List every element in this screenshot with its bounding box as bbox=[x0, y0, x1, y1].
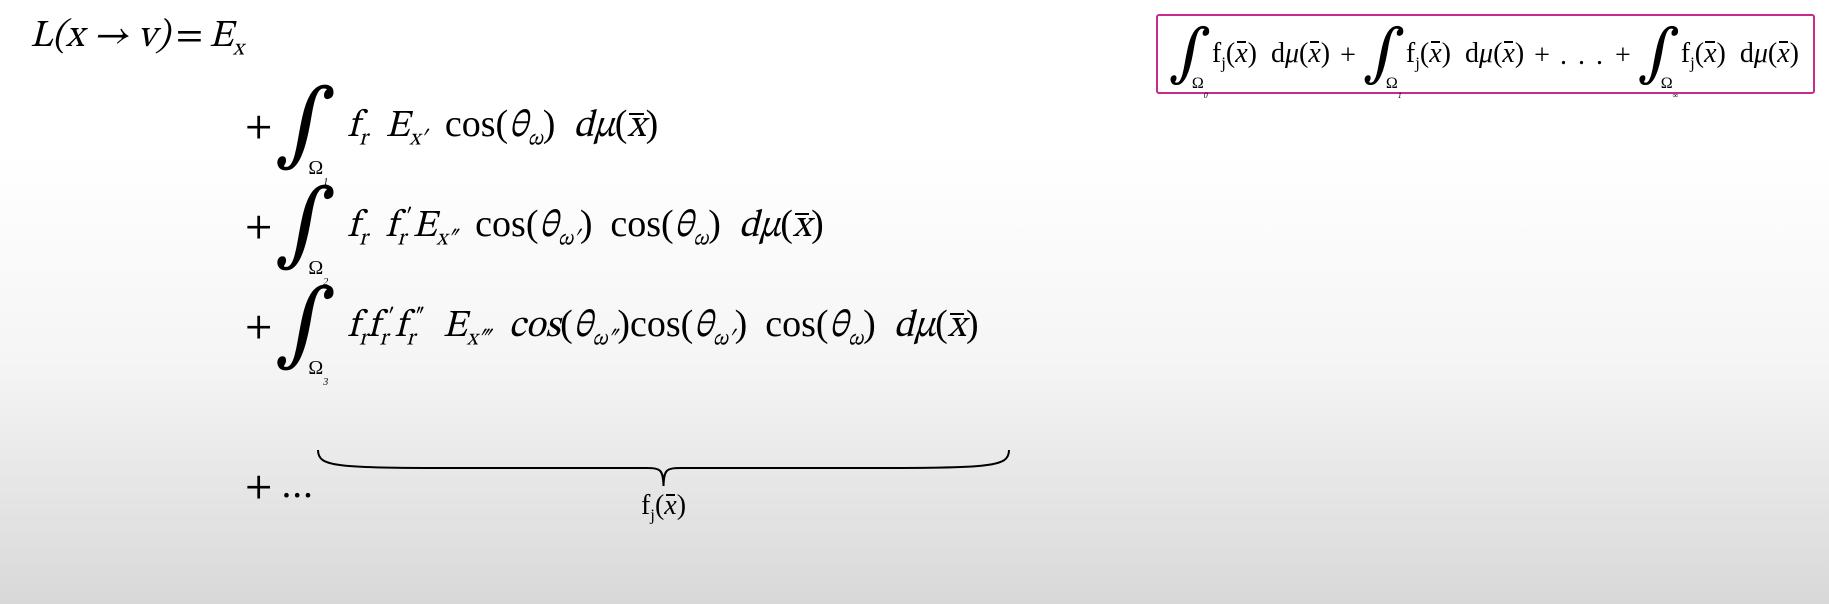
callout-integral-0: ∫ Ω0 bbox=[1172, 24, 1208, 88]
ellipsis: … bbox=[280, 469, 318, 507]
eq-line-2: + ∫ Ω2 fr fr′Ex″ cos(θω′) cos(θω) dμ(x) bbox=[30, 178, 979, 278]
callout-integrand-1: fj(x) dμ(x) bbox=[1406, 38, 1524, 74]
callout-integrand-0: fj(x) dμ(x) bbox=[1212, 38, 1330, 74]
callout-integral-1: ∫ Ω1 bbox=[1366, 24, 1402, 88]
callout-term-1: ∫ Ω1 fj(x) dμ(x) bbox=[1366, 24, 1524, 88]
callout-plus-0: + bbox=[1330, 40, 1366, 72]
eq-line-4: + … bbox=[30, 438, 979, 538]
callout-term-0: ∫ Ω0 fj(x) dμ(x) bbox=[1172, 24, 1330, 88]
eq-line-3: + ∫ Ω3 frfr′fr″ Ex‴ cos(θω″)cos(θω′) cos… bbox=[30, 278, 979, 378]
E-sub: x bbox=[233, 39, 244, 61]
plus-trailing: + bbox=[245, 469, 280, 507]
integrand-3: frfr′fr″ Ex‴ cos(θω″)cos(θω′) cos(θω) dμ… bbox=[338, 305, 978, 351]
integral-symbol: ∫ bbox=[275, 194, 337, 262]
E: E bbox=[209, 18, 233, 56]
equals-sign: = bbox=[170, 18, 209, 56]
rendering-equation: L(x → v) = Ex + ∫ Ω1 fr Ex′ cos(θω) dμ(x… bbox=[30, 18, 979, 538]
lhs: L(x → v) bbox=[30, 18, 170, 56]
callout-plus-2: + bbox=[1605, 40, 1641, 72]
callout-dots: . . . bbox=[1560, 40, 1605, 72]
callout-plus-1: + bbox=[1524, 40, 1560, 72]
callout-integral-inf: ∫ Ω∞ bbox=[1641, 24, 1677, 88]
integral-3-domain: Ω3 bbox=[308, 358, 328, 382]
lhs-L: L(x → v) bbox=[30, 18, 170, 56]
callout-term-inf: ∫ Ω∞ fj(x) dμ(x) bbox=[1641, 24, 1799, 88]
eq-line-0: L(x → v) = Ex bbox=[30, 18, 979, 78]
integrand-2: fr fr′Ex″ cos(θω′) cos(θω) dμ(x) bbox=[338, 205, 823, 251]
eq-line-1: + ∫ Ω1 fr Ex′ cos(θω) dμ(x) bbox=[30, 78, 979, 178]
integral-1: ∫ Ω1 bbox=[280, 78, 330, 178]
emission-term: Ex bbox=[209, 18, 244, 61]
integral-symbol: ∫ bbox=[275, 94, 337, 162]
integral-symbol: ∫ bbox=[275, 294, 337, 362]
integral-2: ∫ Ω2 bbox=[280, 178, 330, 278]
series-callout-box: ∫ Ω0 fj(x) dμ(x) + ∫ Ω1 fj(x) dμ(x) + . … bbox=[1156, 14, 1815, 94]
integral-3: ∫ Ω3 bbox=[280, 278, 330, 378]
integrand-1: fr Ex′ cos(θω) dμ(x) bbox=[338, 105, 658, 151]
callout-integrand-inf: fj(x) dμ(x) bbox=[1681, 38, 1799, 74]
